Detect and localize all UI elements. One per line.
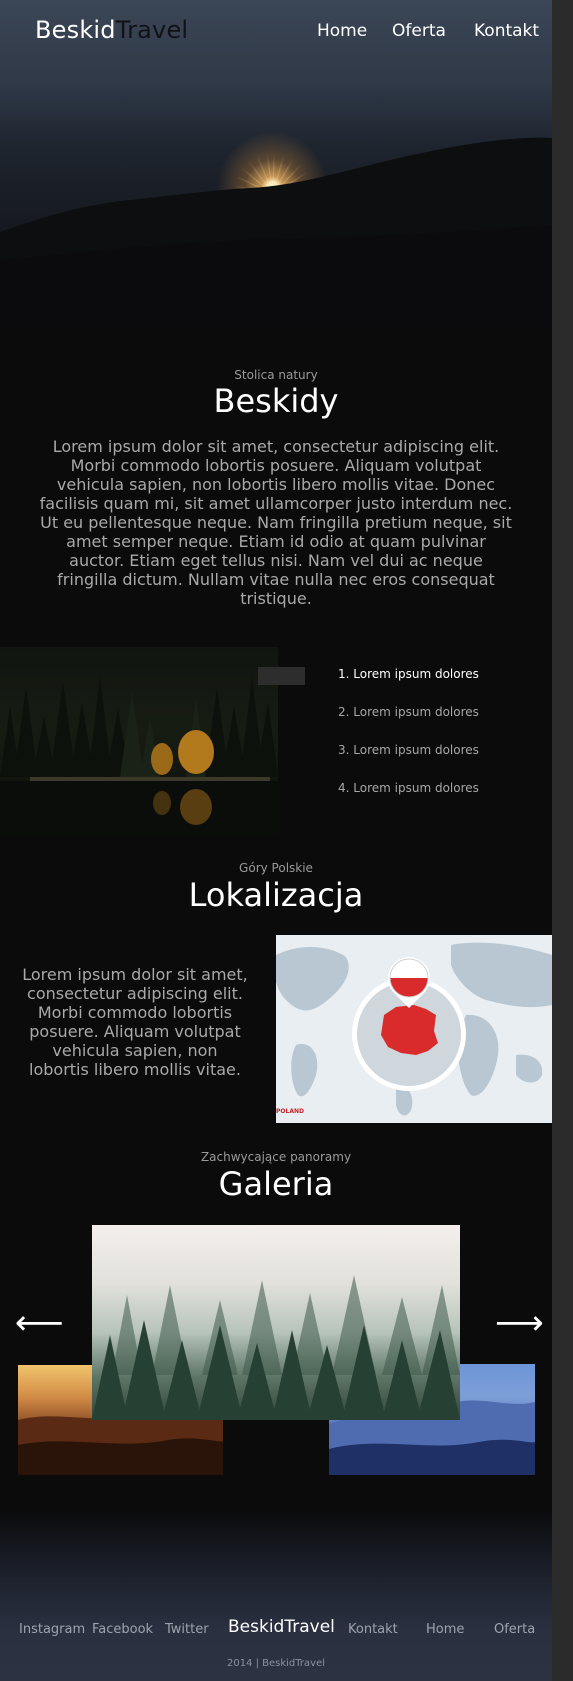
footer-link-kontakt[interactable]: Kontakt xyxy=(348,1622,398,1637)
mountain-silhouette xyxy=(0,137,552,330)
feature-list-item[interactable]: 3. Lorem ipsum dolores xyxy=(338,743,479,757)
logo-part-beskid: Beskid xyxy=(35,16,116,44)
image-overlay-box xyxy=(258,667,305,685)
footer-brand[interactable]: BeskidTravel xyxy=(228,1617,335,1637)
footer-copyright: 2014 | BeskidTravel xyxy=(226,1658,326,1669)
location-paragraph: Lorem ipsum dolor sit amet, consectetur … xyxy=(22,965,248,1079)
arrow-left-icon[interactable]: ⟵ xyxy=(15,1306,64,1340)
intro-title: Beskidy xyxy=(213,382,339,420)
gallery-eyebrow: Zachwycające panoramy xyxy=(200,1150,352,1164)
nav-home[interactable]: Home xyxy=(317,21,367,41)
feature-list-item[interactable]: 1. Lorem ipsum dolores xyxy=(338,667,479,681)
intro-paragraph: Lorem ipsum dolor sit amet, consectetur … xyxy=(39,437,513,608)
gallery-main-image[interactable] xyxy=(92,1225,460,1420)
footer xyxy=(0,1510,552,1681)
location-title: Lokalizacja xyxy=(188,876,364,914)
logo-part-travel: Travel xyxy=(115,16,189,44)
footer-link-facebook[interactable]: Facebook xyxy=(92,1622,153,1637)
world-map-image xyxy=(276,935,552,1123)
hero-banner xyxy=(0,0,552,330)
site-logo[interactable]: BeskidTravel xyxy=(35,16,188,44)
arrow-right-icon[interactable]: ⟶ xyxy=(495,1306,544,1340)
nav-kontakt[interactable]: Kontakt xyxy=(474,21,539,41)
footer-link-oferta[interactable]: Oferta xyxy=(494,1622,535,1637)
footer-link-home[interactable]: Home xyxy=(426,1622,464,1637)
gallery-title: Galeria xyxy=(218,1165,334,1203)
page: BeskidTravel Home Oferta Kontakt Stolica… xyxy=(0,0,552,1681)
intro-eyebrow: Stolica natury xyxy=(234,368,318,382)
footer-link-instagram[interactable]: Instagram xyxy=(19,1622,85,1637)
forest-lake-image xyxy=(0,647,278,835)
feature-list-item[interactable]: 4. Lorem ipsum dolores xyxy=(338,781,479,795)
footer-link-twitter[interactable]: Twitter xyxy=(165,1622,209,1637)
window-scrollbar[interactable] xyxy=(552,0,573,1681)
location-eyebrow: Góry Polskie xyxy=(239,861,313,875)
nav-oferta[interactable]: Oferta xyxy=(392,21,446,41)
feature-list-item[interactable]: 2. Lorem ipsum dolores xyxy=(338,705,479,719)
map-caption: POLAND xyxy=(276,1108,304,1115)
